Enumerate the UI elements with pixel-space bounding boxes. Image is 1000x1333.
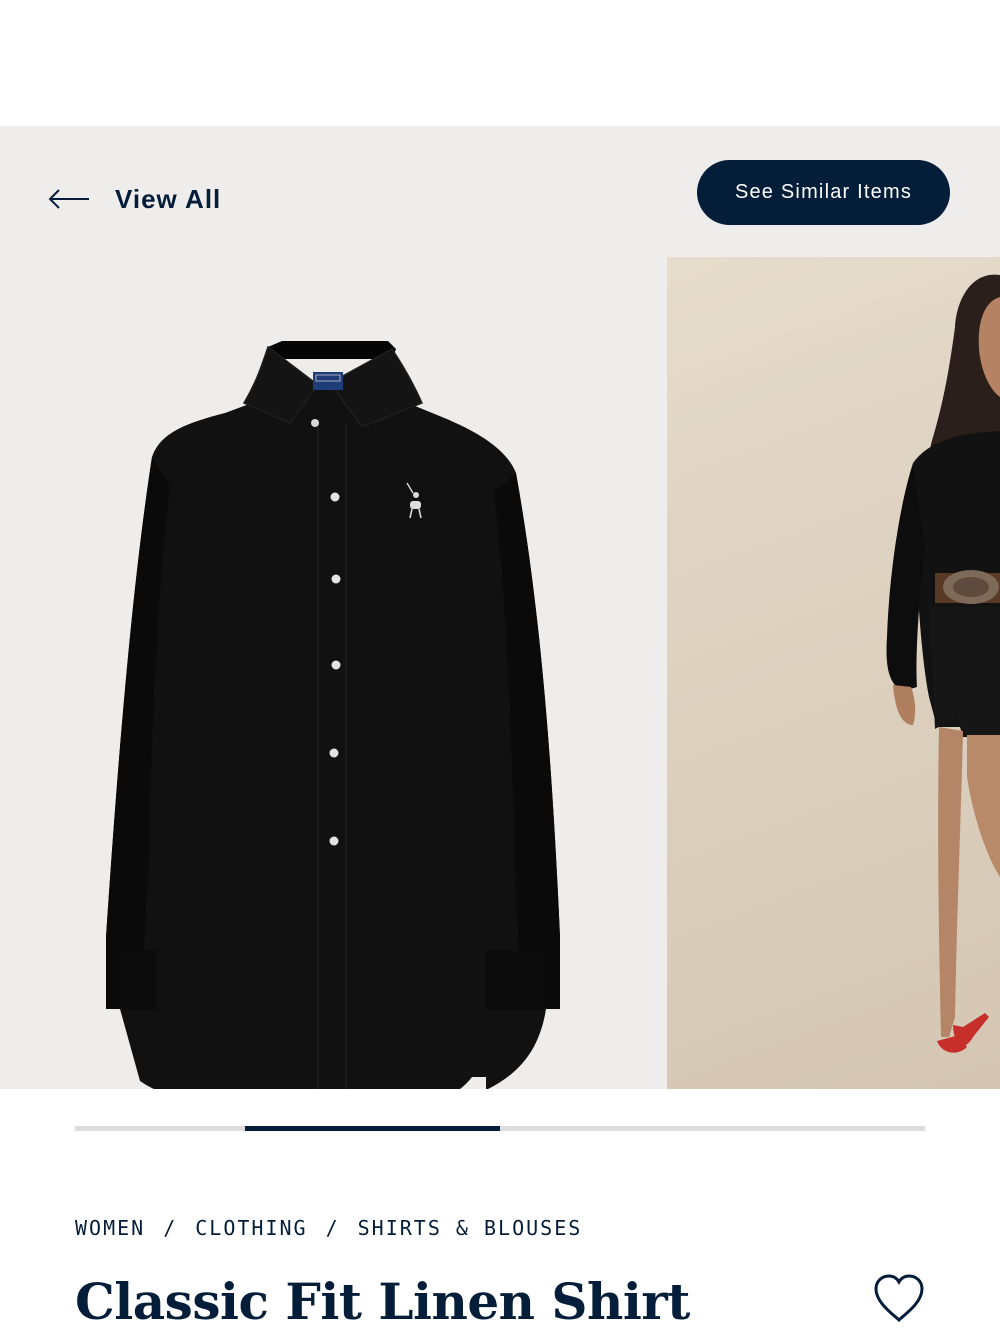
breadcrumb: WOMEN / CLOTHING / SHIRTS & BLOUSES: [75, 1216, 582, 1240]
breadcrumb-separator: /: [325, 1216, 340, 1240]
product-gallery[interactable]: View All See Similar Items: [0, 126, 1000, 1089]
view-all-label: View All: [115, 183, 222, 214]
gallery-slide-product[interactable]: [0, 257, 667, 1089]
wishlist-button[interactable]: [872, 1273, 926, 1325]
breadcrumb-separator: /: [163, 1216, 178, 1240]
gallery-slide-model[interactable]: [667, 257, 1000, 1089]
black-linen-shirt-image: [106, 341, 560, 1089]
breadcrumb-item-shirts-blouses[interactable]: SHIRTS & BLOUSES: [358, 1216, 583, 1240]
gallery-progress-bar: [75, 1126, 925, 1131]
see-similar-items-button[interactable]: See Similar Items: [697, 160, 950, 225]
breadcrumb-item-women[interactable]: WOMEN: [75, 1216, 145, 1240]
gallery-progress-indicator: [245, 1126, 500, 1131]
arrow-left-icon: [48, 189, 89, 209]
header-spacer: [0, 0, 1000, 126]
view-all-link[interactable]: View All: [48, 182, 221, 216]
model-wearing-shirt-image: [886, 274, 1000, 1053]
breadcrumb-item-clothing[interactable]: CLOTHING: [195, 1216, 307, 1240]
product-title: Classic Fit Linen Shirt: [75, 1272, 690, 1331]
heart-icon: [874, 1274, 924, 1323]
